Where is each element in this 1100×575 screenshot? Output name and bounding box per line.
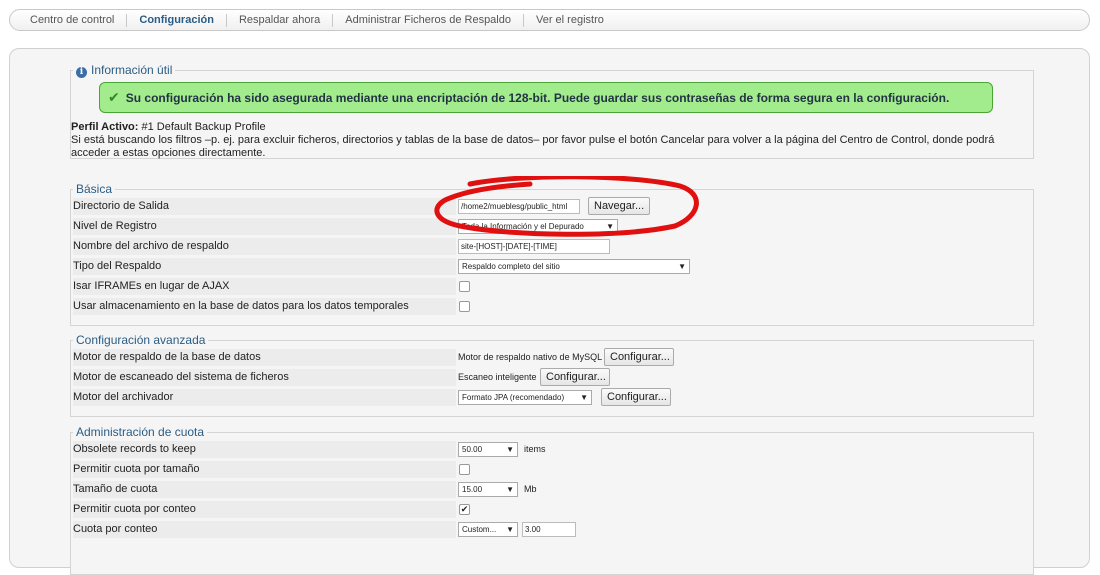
quota-section: Administración de cuota Obsolete records… — [70, 425, 1034, 575]
count-quota-label: Cuota por conteo — [73, 523, 158, 535]
backup-type-value: Respaldo completo del sitio — [462, 262, 560, 271]
size-quota-enable-checkbox[interactable] — [459, 464, 470, 475]
profile-label: Perfil Activo: — [71, 121, 139, 133]
iframes-label: Isar IFRAMEs en lugar de AJAX — [73, 280, 230, 292]
count-quota-row: Cuota por conteo — [73, 521, 456, 538]
archive-name-row: Nombre del archivo de respaldo — [73, 238, 456, 255]
size-quota-value: 15.00 — [462, 485, 483, 494]
count-quota-enable-label: Permitir cuota por conteo — [73, 503, 196, 515]
db-engine-label: Motor de respaldo de la base de datos — [73, 351, 261, 363]
profile-value: #1 Default Backup Profile — [141, 121, 266, 133]
chevron-down-icon: ▼ — [506, 485, 514, 494]
archiver-configure-button[interactable]: Configurar... — [601, 388, 671, 406]
fs-scan-label: Motor de escaneado del sistema de ficher… — [73, 371, 289, 383]
obsolete-label: Obsolete records to keep — [73, 443, 196, 455]
archiver-label: Motor del archivador — [73, 391, 174, 403]
chevron-down-icon: ▼ — [606, 222, 614, 231]
archive-name-label: Nombre del archivo de respaldo — [73, 240, 229, 252]
nav-control-center[interactable]: Centro de control — [18, 13, 128, 27]
check-icon: ✔ — [108, 89, 120, 105]
iframes-row: Isar IFRAMEs en lugar de AJAX — [73, 278, 456, 295]
log-level-value: Toda la Información y el Depurado — [462, 222, 584, 231]
iframes-checkbox[interactable] — [459, 281, 470, 292]
chevron-down-icon: ▼ — [678, 262, 686, 271]
size-quota-enable-label: Permitir cuota por tamaño — [73, 463, 200, 475]
count-quota-select-value: Custom... — [462, 525, 497, 534]
size-quota-unit: Mb — [524, 484, 537, 494]
basic-section: Básica Directorio de Salida /home2/muebl… — [70, 182, 1034, 326]
obsolete-unit: items — [524, 444, 546, 454]
nav-backup-now[interactable]: Respaldar ahora — [227, 13, 334, 27]
nav-view-log[interactable]: Ver el registro — [524, 14, 616, 27]
backup-type-select[interactable]: Respaldo completo del sitio ▼ — [458, 259, 690, 274]
db-temp-checkbox[interactable] — [459, 301, 470, 312]
db-engine-value: Motor de respaldo nativo de MySQL — [458, 352, 603, 362]
basic-legend: Básica — [76, 182, 113, 196]
info-text: Perfil Activo: #1 Default Backup Profile… — [71, 121, 1011, 160]
count-quota-enable-row: Permitir cuota por conteo — [73, 501, 456, 518]
advanced-legend: Configuración avanzada — [76, 333, 206, 347]
nav-manage-backups[interactable]: Administrar Ficheros de Respaldo — [333, 13, 524, 27]
obsolete-row: Obsolete records to keep — [73, 441, 456, 458]
browse-button[interactable]: Navegar... — [588, 197, 650, 215]
help-text: Si está buscando los filtros –p. ej. par… — [71, 134, 995, 159]
log-level-label: Nivel de Registro — [73, 220, 157, 232]
main-panel: i Información útil ✔ Su configuración ha … — [9, 48, 1090, 575]
archiver-value: Formato JPA (recomendado) — [462, 393, 565, 402]
log-level-select[interactable]: Toda la Información y el Depurado ▼ — [458, 219, 618, 234]
chevron-down-icon: ▼ — [580, 393, 588, 402]
fs-scan-value: Escaneo inteligente — [458, 372, 537, 382]
size-quota-row: Tamaño de cuota — [73, 481, 456, 498]
chevron-down-icon: ▼ — [506, 445, 514, 454]
fs-scan-row: Motor de escaneado del sistema de ficher… — [73, 369, 456, 386]
output-dir-input[interactable]: /home2/mueblesg/public_html — [458, 199, 580, 214]
archiver-select[interactable]: Formato JPA (recomendado) ▼ — [458, 390, 592, 405]
count-quota-input[interactable]: 3.00 — [522, 522, 576, 537]
size-quota-select[interactable]: 15.00 ▼ — [458, 482, 518, 497]
success-message-text: Su configuración ha sido asegurada media… — [125, 90, 950, 105]
size-quota-label: Tamaño de cuota — [73, 483, 158, 495]
quota-legend: Administración de cuota — [76, 425, 205, 439]
info-legend-text: Información útil — [91, 63, 173, 77]
chevron-down-icon: ▼ — [506, 525, 514, 534]
db-temp-label: Usar almacenamiento en la base de datos … — [73, 300, 409, 312]
count-quota-select[interactable]: Custom... ▼ — [458, 522, 518, 537]
db-temp-row: Usar almacenamiento en la base de datos … — [73, 298, 456, 315]
backup-type-label: Tipo del Respaldo — [73, 260, 162, 272]
size-quota-enable-row: Permitir cuota por tamaño — [73, 461, 456, 478]
info-icon: i — [76, 67, 87, 78]
obsolete-select[interactable]: 50.00 ▼ — [458, 442, 518, 457]
fs-scan-configure-button[interactable]: Configurar... — [540, 368, 610, 386]
db-engine-configure-button[interactable]: Configurar... — [604, 348, 674, 366]
backup-type-row: Tipo del Respaldo — [73, 258, 456, 275]
info-legend: i Información útil — [73, 63, 175, 78]
archive-name-input[interactable]: site-[HOST]-[DATE]-[TIME] — [458, 239, 610, 254]
output-dir-row: Directorio de Salida — [73, 198, 456, 215]
log-level-row: Nivel de Registro — [73, 218, 456, 235]
db-engine-row: Motor de respaldo de la base de datos — [73, 349, 456, 366]
count-quota-enable-checkbox[interactable] — [459, 504, 470, 515]
advanced-section: Configuración avanzada Motor de respaldo… — [70, 333, 1034, 417]
nav-configuration[interactable]: Configuración — [127, 13, 227, 27]
obsolete-value: 50.00 — [462, 445, 483, 454]
info-section: i Información útil ✔ Su configuración ha … — [70, 63, 1034, 159]
archiver-row: Motor del archivador — [73, 389, 456, 406]
output-dir-label: Directorio de Salida — [73, 200, 169, 212]
success-message: ✔ Su configuración ha sido asegurada med… — [99, 82, 993, 113]
top-navigation: Centro de control Configuración Respalda… — [9, 9, 1090, 31]
